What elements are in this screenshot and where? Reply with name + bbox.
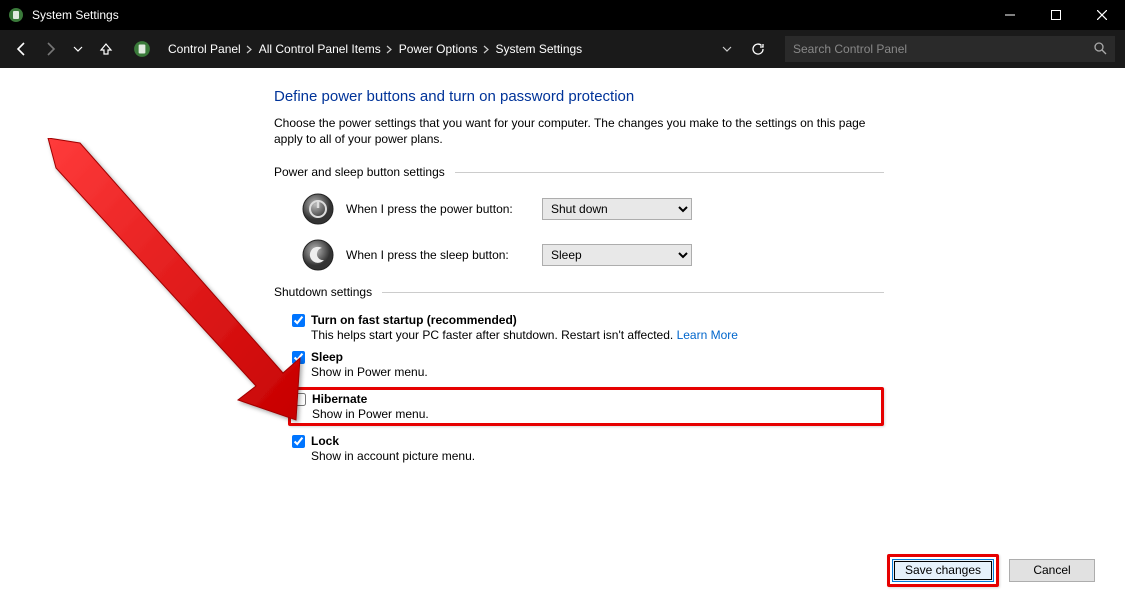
sleep-button-label: When I press the sleep button: (346, 248, 542, 262)
recent-dropdown-icon[interactable] (66, 37, 90, 61)
section-shutdown: Shutdown settings (274, 285, 884, 299)
navbar: Control Panel All Control Panel Items Po… (0, 30, 1125, 68)
hibernate-highlight: Hibernate Show in Power menu. (288, 387, 884, 426)
save-highlight: Save changes (887, 554, 999, 587)
fast-startup-checkbox[interactable] (292, 314, 305, 327)
up-button[interactable] (94, 37, 118, 61)
power-button-label: When I press the power button: (346, 202, 542, 216)
footer: Save changes Cancel (0, 547, 1125, 593)
hibernate-option-label: Hibernate (312, 392, 429, 406)
sleep-button-select[interactable]: Sleep (542, 244, 692, 266)
power-icon (302, 193, 334, 225)
save-button[interactable]: Save changes (892, 559, 994, 582)
chevron-right-icon[interactable] (481, 45, 491, 54)
sleep-option-label: Sleep (311, 350, 428, 364)
refresh-button[interactable] (745, 36, 771, 62)
breadcrumb-item[interactable]: All Control Panel Items (255, 42, 385, 56)
breadcrumb-item[interactable]: Power Options (395, 42, 482, 56)
breadcrumb-item[interactable]: Control Panel (164, 42, 245, 56)
app-icon (8, 7, 24, 23)
page-description: Choose the power settings that you want … (274, 115, 884, 147)
breadcrumb[interactable]: Control Panel All Control Panel Items Po… (162, 36, 741, 62)
fast-startup-desc: This helps start your PC faster after sh… (311, 328, 738, 342)
maximize-button[interactable] (1033, 0, 1079, 30)
search-icon[interactable] (1093, 41, 1107, 58)
moon-icon (302, 239, 334, 271)
back-button[interactable] (10, 37, 34, 61)
chevron-down-icon[interactable] (717, 44, 737, 54)
minimize-button[interactable] (987, 0, 1033, 30)
breadcrumb-item[interactable]: System Settings (491, 42, 586, 56)
lock-option-label: Lock (311, 434, 475, 448)
search-input[interactable] (793, 42, 1093, 56)
hibernate-option-desc: Show in Power menu. (312, 407, 429, 421)
sleep-checkbox[interactable] (292, 351, 305, 364)
titlebar: System Settings (0, 0, 1125, 30)
cancel-button[interactable]: Cancel (1009, 559, 1095, 582)
chevron-right-icon[interactable] (245, 45, 255, 54)
hibernate-checkbox[interactable] (293, 393, 306, 406)
close-button[interactable] (1079, 0, 1125, 30)
power-button-select[interactable]: Shut down (542, 198, 692, 220)
chevron-right-icon[interactable] (385, 45, 395, 54)
address-icon (132, 39, 152, 59)
forward-button[interactable] (38, 37, 62, 61)
fast-startup-label: Turn on fast startup (recommended) (311, 313, 738, 327)
page-title: Define power buttons and turn on passwor… (274, 88, 884, 105)
search-box[interactable] (785, 36, 1115, 62)
sleep-option-desc: Show in Power menu. (311, 365, 428, 379)
learn-more-link[interactable]: Learn More (677, 328, 738, 342)
content-area: Define power buttons and turn on passwor… (0, 68, 1125, 593)
section-power-buttons: Power and sleep button settings (274, 165, 884, 179)
window-title: System Settings (32, 8, 119, 22)
lock-option-desc: Show in account picture menu. (311, 449, 475, 463)
lock-checkbox[interactable] (292, 435, 305, 448)
